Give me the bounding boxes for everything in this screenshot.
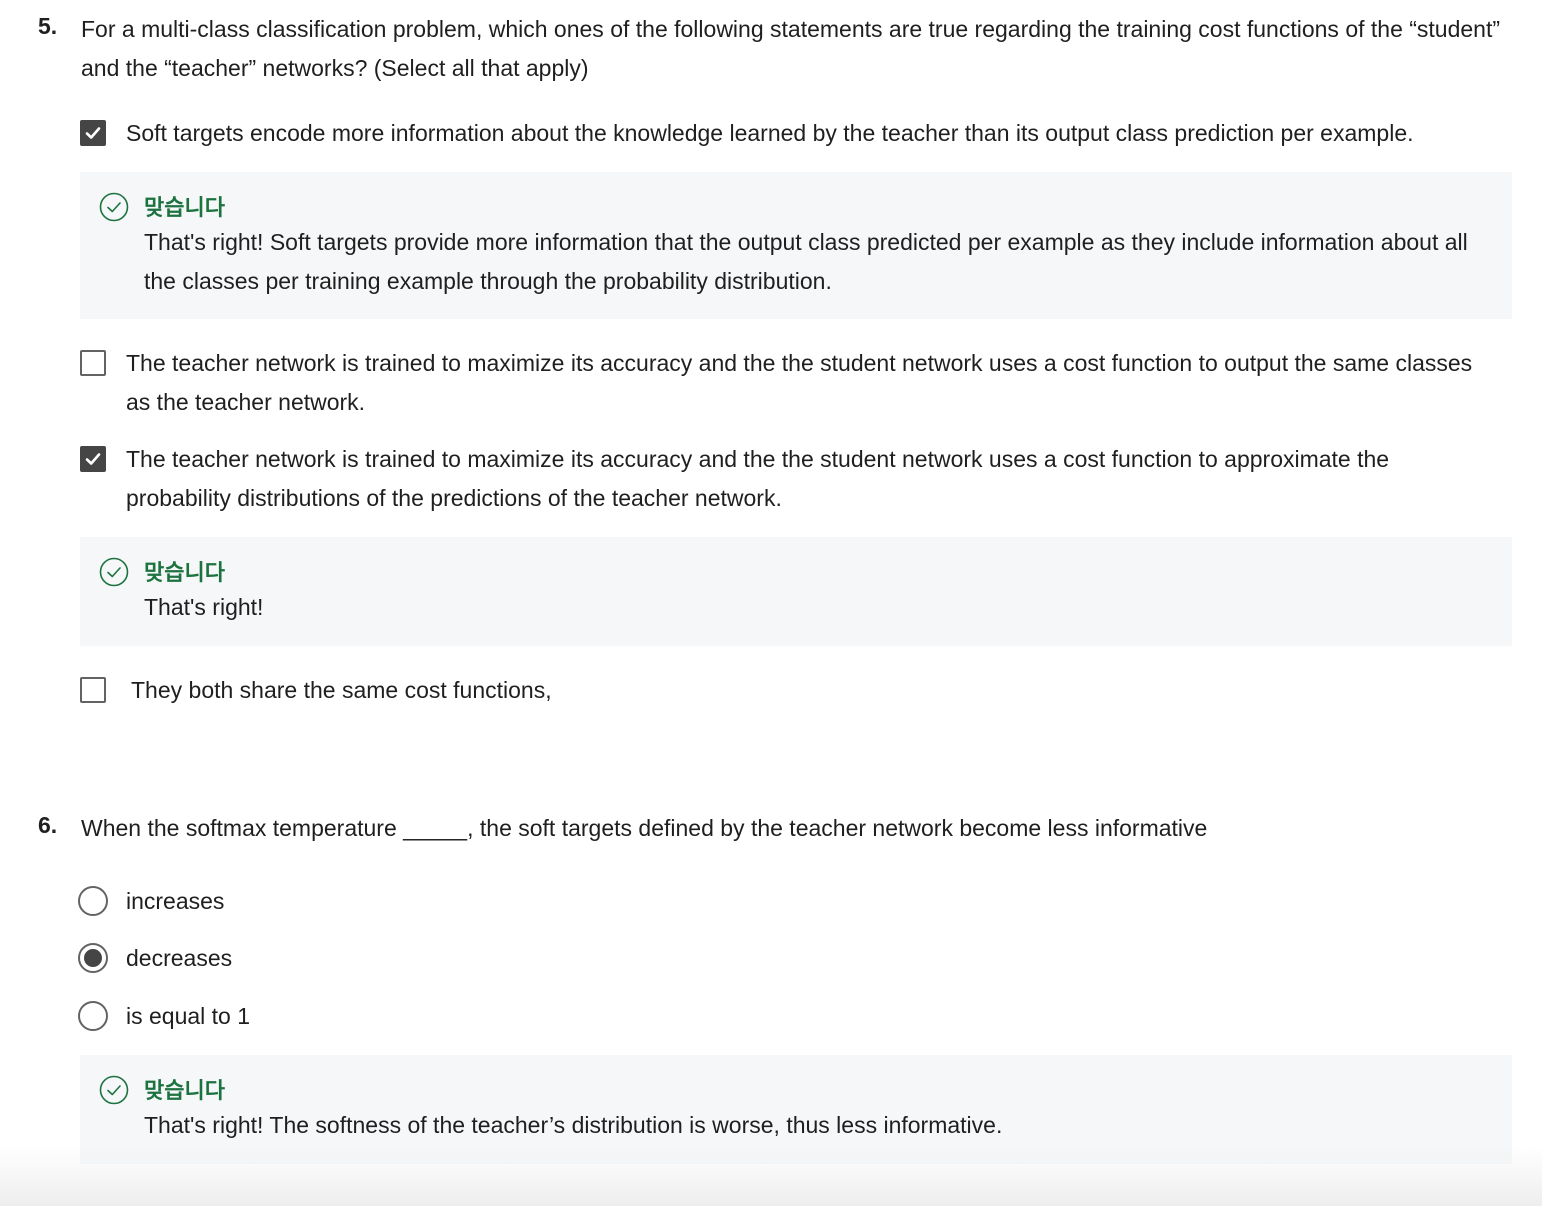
- q5-option-1[interactable]: Soft targets encode more information abo…: [80, 114, 1506, 153]
- bottom-fade: [0, 1146, 1542, 1206]
- radio-button-selected[interactable]: [78, 943, 108, 973]
- q5-option-3[interactable]: The teacher network is trained to maximi…: [80, 440, 1486, 518]
- checkmark-icon: [85, 453, 101, 465]
- question-5-number: 5.: [38, 13, 58, 39]
- option-label: decreases: [126, 945, 233, 971]
- feedback-text: That's right! Soft targets provide more …: [144, 229, 1468, 294]
- feedback-title: 맞습니다: [144, 195, 225, 220]
- check-circle-icon: [99, 192, 129, 222]
- option-label: is equal to 1: [126, 1003, 251, 1029]
- checkbox-checked[interactable]: [80, 446, 106, 472]
- radio-dot: [84, 949, 102, 967]
- feedback-text: That's right!: [144, 594, 264, 620]
- option-label: They both share the same cost functions,: [131, 677, 552, 703]
- feedback-text: That's right! The softness of the teache…: [144, 1112, 1003, 1138]
- q5-option-2[interactable]: The teacher network is trained to maximi…: [80, 344, 1486, 422]
- option-label: The teacher network is trained to maximi…: [126, 350, 1473, 415]
- radio-button[interactable]: [78, 886, 108, 916]
- checkbox-unchecked[interactable]: [80, 677, 106, 703]
- option-label: increases: [126, 888, 225, 914]
- feedback-panel: 맞습니다 That's right!: [80, 537, 1512, 646]
- option-label: The teacher network is trained to maximi…: [126, 446, 1390, 511]
- checkbox-checked[interactable]: [80, 120, 106, 146]
- q6-option-equal-to-1[interactable]: is equal to 1: [78, 997, 251, 1036]
- check-circle-icon: [99, 1075, 129, 1105]
- feedback-title: 맞습니다: [144, 560, 225, 585]
- radio-button[interactable]: [78, 1001, 108, 1031]
- feedback-title: 맞습니다: [144, 1078, 225, 1103]
- question-6-number: 6.: [38, 812, 58, 838]
- q6-option-increases[interactable]: increases: [78, 882, 225, 921]
- check-circle-icon: [99, 557, 129, 587]
- quiz-page: 5. For a multi-class classification prob…: [0, 0, 1542, 1206]
- q6-option-decreases[interactable]: decreases: [78, 939, 233, 978]
- question-6-prompt: When the softmax temperature _____, the …: [81, 815, 1208, 841]
- checkbox-unchecked[interactable]: [80, 350, 106, 376]
- q5-option-4[interactable]: They both share the same cost functions,: [80, 671, 1491, 710]
- option-label: Soft targets encode more information abo…: [126, 120, 1414, 146]
- question-5-prompt: For a multi-class classification problem…: [81, 16, 1501, 81]
- checkmark-icon: [85, 127, 101, 139]
- feedback-panel: 맞습니다 That's right! Soft targets provide …: [80, 172, 1512, 319]
